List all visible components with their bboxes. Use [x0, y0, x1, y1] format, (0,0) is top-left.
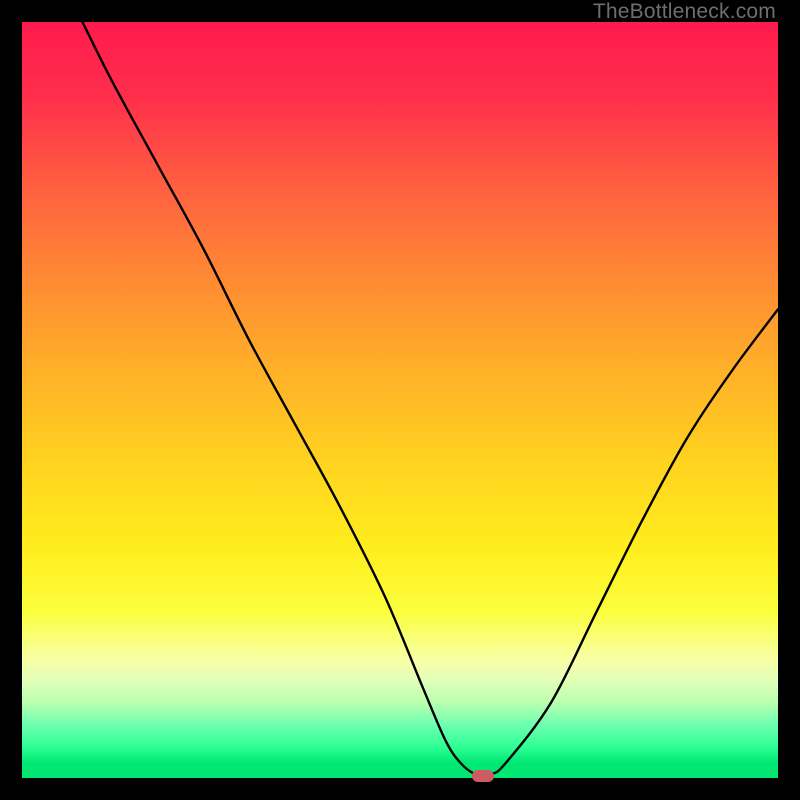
- bottleneck-curve: [22, 22, 778, 778]
- minimum-marker: [472, 770, 494, 782]
- watermark-text: TheBottleneck.com: [593, 0, 776, 24]
- chart-frame: TheBottleneck.com: [0, 0, 800, 800]
- plot-area: [22, 22, 778, 778]
